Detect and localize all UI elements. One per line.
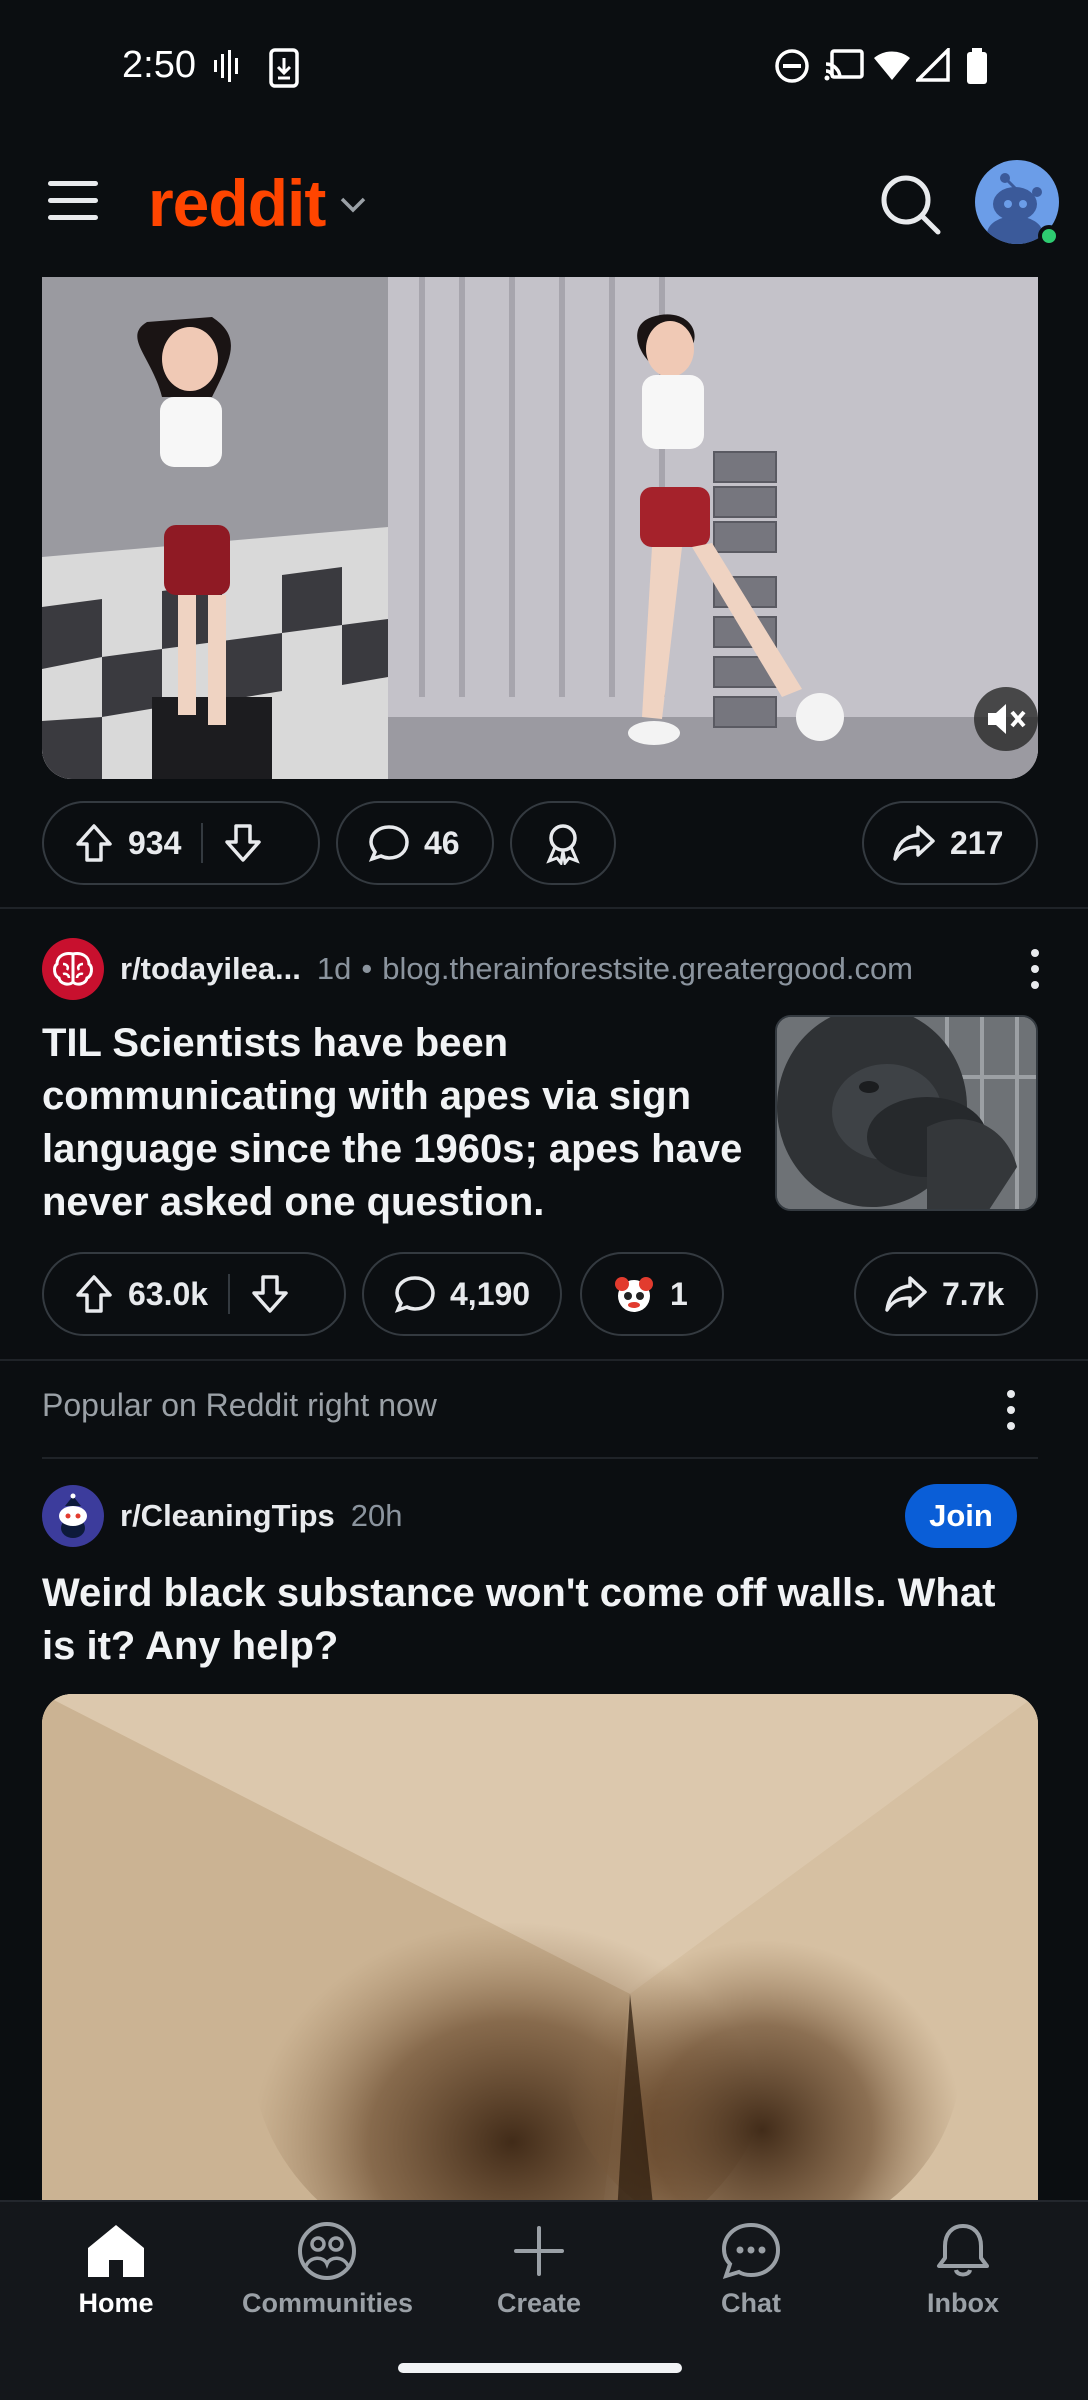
vote-divider [228, 1274, 231, 1314]
subreddit-icon[interactable] [42, 1485, 104, 1547]
nav-label: Create [496, 2288, 582, 2318]
nav-communities[interactable]: Communities [242, 2222, 414, 2319]
nav-inbox[interactable]: Inbox [878, 2222, 1048, 2319]
share-button[interactable]: 217 [862, 801, 1038, 885]
vote-pill: 63.0k [42, 1252, 346, 1336]
upvote-count: 934 [128, 824, 182, 861]
status-time: 2:50 [122, 44, 196, 86]
section-heading: Popular on Reddit right now [42, 1387, 437, 1423]
nav-create[interactable]: Create [454, 2222, 624, 2319]
vote-divider [201, 823, 204, 863]
communities-icon [298, 2222, 356, 2280]
wall-corner-image [42, 1694, 1038, 2200]
share-button[interactable]: 7.7k [854, 1252, 1038, 1336]
download-status-icon [269, 48, 299, 88]
award-badge-icon [615, 1277, 653, 1312]
wifi-icon [874, 51, 910, 80]
mute-icon [988, 704, 1026, 734]
post-title[interactable]: TIL Scientists have been communicating w… [42, 1017, 762, 1229]
nav-label: Communities [242, 2288, 414, 2318]
award-count: 1 [670, 1275, 688, 1312]
chevron-down-icon[interactable] [338, 195, 368, 215]
award-icon [546, 824, 580, 865]
snoo-icon [59, 1493, 87, 1538]
award-button[interactable] [510, 801, 616, 885]
post-actions: 934 46 217 [42, 801, 1038, 885]
comment-count: 4,190 [450, 1275, 531, 1312]
nav-label: Home [78, 2288, 154, 2318]
battery-icon [967, 48, 987, 84]
upvote-count: 63.0k [128, 1275, 209, 1312]
post-image[interactable] [42, 1694, 1038, 2200]
more-options-icon[interactable] [1028, 949, 1042, 997]
comments-button[interactable]: 46 [336, 801, 494, 885]
bell-icon [937, 2224, 989, 2277]
reddit-logo[interactable]: reddit [148, 165, 326, 241]
app-header: reddit [0, 135, 1088, 277]
status-bar: 2:50 [0, 0, 1088, 135]
downvote-icon[interactable] [250, 1273, 290, 1315]
post-meta: r/todayilea... 1d • blog.therainforestsi… [42, 937, 1042, 1001]
comment-count: 46 [424, 824, 460, 861]
video-player[interactable] [42, 277, 1038, 779]
post-actions: 63.0k 4,190 1 7.7k [42, 1252, 1038, 1336]
post-meta: r/CleaningTips 20h [42, 1484, 882, 1548]
post-domain[interactable]: blog.therainforestsite.greatergood.com [382, 951, 913, 987]
nav-chat[interactable]: Chat [666, 2222, 836, 2319]
nav-label: Chat [721, 2288, 781, 2318]
post-title[interactable]: Weird black substance won't come off wal… [42, 1567, 1038, 1673]
plus-icon [514, 2226, 564, 2276]
nav-home[interactable]: Home [31, 2222, 201, 2319]
share-count: 217 [950, 824, 1004, 861]
feed[interactable]: 934 46 217 r/todayilea... 1d • blog.ther… [0, 277, 1088, 2200]
post-thumbnail[interactable] [775, 1015, 1038, 1211]
gorilla-image [777, 1017, 1036, 1209]
home-indicator[interactable] [398, 2363, 682, 2373]
do-not-disturb-icon [775, 49, 809, 83]
post-age: 1d [316, 951, 352, 986]
vibrate-icon [214, 50, 238, 82]
comment-icon [394, 1276, 435, 1313]
cast-icon [824, 49, 864, 81]
award-button[interactable]: 1 [580, 1252, 724, 1336]
subreddit-name[interactable]: r/CleaningTips [120, 1498, 335, 1534]
subreddit-name[interactable]: r/todayilea... [120, 951, 301, 987]
downvote-icon[interactable] [223, 822, 263, 864]
post-age: 20h [350, 1498, 403, 1533]
brain-icon [53, 952, 93, 986]
more-options-icon[interactable] [1004, 1390, 1018, 1438]
video-frame [42, 277, 1038, 779]
share-icon [893, 825, 935, 861]
home-icon [88, 2225, 144, 2277]
vote-pill: 934 [42, 801, 320, 885]
chat-icon [721, 2222, 781, 2280]
share-count: 7.7k [942, 1275, 1005, 1312]
post-separator [0, 1359, 1088, 1361]
share-icon [885, 1276, 927, 1312]
comment-icon [368, 825, 409, 862]
section-separator [42, 1457, 1038, 1459]
subreddit-icon[interactable] [42, 938, 104, 1000]
nav-label: Inbox [927, 2288, 999, 2318]
post-separator [0, 907, 1088, 909]
join-button[interactable]: Join [905, 1484, 1017, 1548]
hamburger-menu-icon[interactable] [48, 181, 98, 221]
online-status-dot [1038, 225, 1060, 247]
comments-button[interactable]: 4,190 [362, 1252, 562, 1336]
upvote-icon[interactable] [74, 822, 114, 864]
cell-signal-icon [916, 48, 950, 82]
search-icon[interactable] [878, 172, 944, 238]
mute-button[interactable] [974, 687, 1038, 751]
meta-bullet: • [361, 951, 373, 986]
upvote-icon[interactable] [74, 1273, 114, 1315]
